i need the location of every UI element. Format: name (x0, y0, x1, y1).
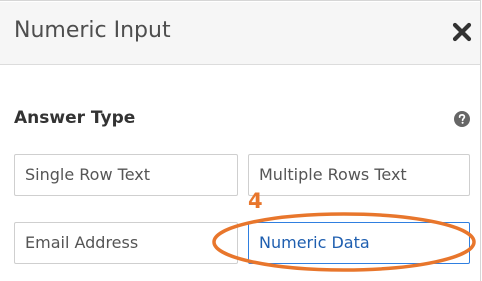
help-icon[interactable] (454, 111, 470, 127)
header-divider (0, 64, 480, 65)
answer-type-multiple-rows-text[interactable]: Multiple Rows Text (248, 154, 470, 196)
panel-header: Numeric Input (0, 2, 480, 64)
answer-type-email-address[interactable]: Email Address (14, 222, 238, 264)
answer-type-numeric-data[interactable]: Numeric Data (248, 222, 470, 264)
answer-type-label: Answer Type (14, 108, 136, 128)
numeric-input-panel: Numeric Input Answer Type Single Row Tex… (0, 0, 481, 281)
answer-type-single-row-text[interactable]: Single Row Text (14, 154, 238, 196)
panel-title: Numeric Input (14, 18, 171, 43)
close-icon[interactable] (452, 22, 472, 42)
annotation-step-number: 4 (248, 189, 263, 213)
